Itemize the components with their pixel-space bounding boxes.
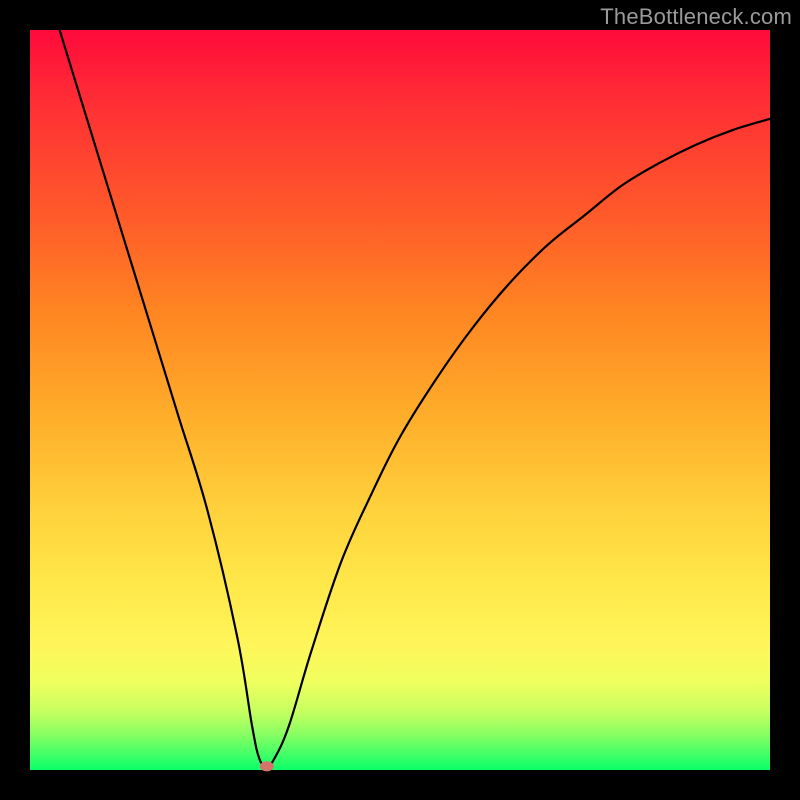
minimum-marker xyxy=(260,761,274,771)
chart-frame: TheBottleneck.com xyxy=(0,0,800,800)
plot-area xyxy=(30,30,770,770)
bottleneck-curve xyxy=(30,30,770,770)
curve-path xyxy=(60,30,770,766)
watermark-text: TheBottleneck.com xyxy=(600,4,792,30)
